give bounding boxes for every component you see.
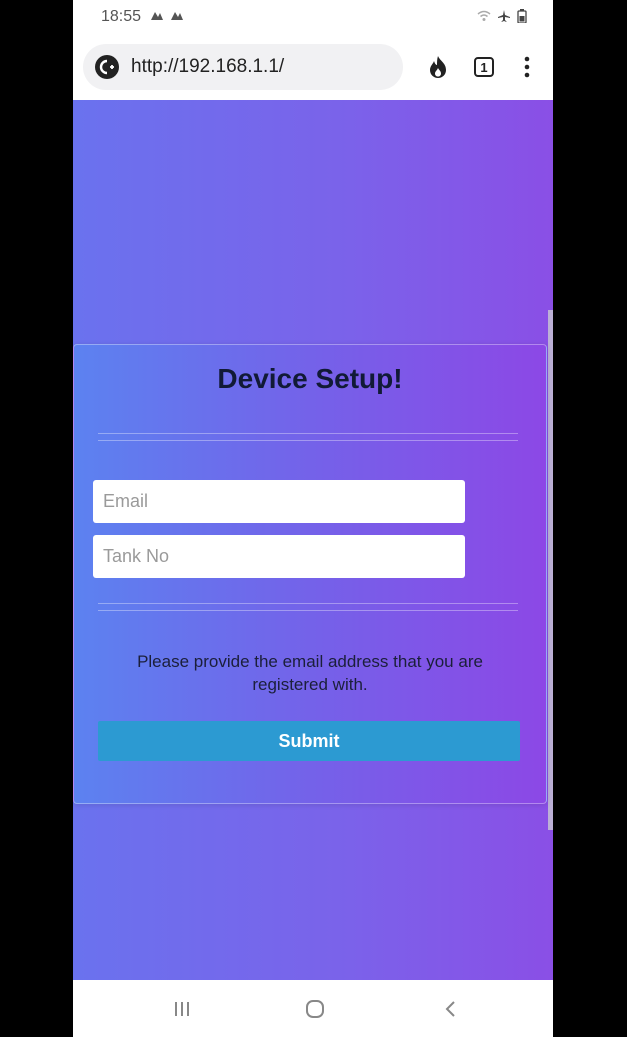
phone-screen: 18:55 http://192.168.1.1/ 1 Device Setup… — [73, 0, 553, 1037]
divider — [98, 433, 518, 441]
tab-count[interactable]: 1 — [474, 57, 494, 77]
page-scrollbar[interactable] — [548, 310, 553, 830]
address-bar[interactable]: http://192.168.1.1/ — [83, 44, 403, 90]
recents-icon[interactable] — [167, 996, 197, 1022]
tank-no-field[interactable] — [93, 535, 465, 578]
menu-icon[interactable] — [514, 54, 540, 80]
notification-icon — [171, 12, 183, 20]
info-text: Please provide the email address that yo… — [137, 652, 483, 694]
screen-frame: 18:55 http://192.168.1.1/ 1 Device Setup… — [0, 0, 627, 1037]
status-time: 18:55 — [101, 8, 142, 25]
battery-icon — [517, 9, 527, 23]
site-info-icon[interactable] — [95, 55, 119, 79]
page-title: Device Setup! — [217, 363, 403, 394]
flame-icon[interactable] — [425, 54, 451, 80]
home-icon[interactable] — [300, 996, 330, 1022]
status-bar: 18:55 — [73, 0, 553, 36]
url-text[interactable]: http://192.168.1.1/ — [131, 56, 284, 78]
browser-toolbar: http://192.168.1.1/ 1 — [73, 36, 553, 100]
wifi-icon — [477, 10, 491, 21]
airplane-icon — [498, 10, 510, 22]
page-content: Device Setup! Please provide the email a… — [73, 100, 553, 980]
back-icon[interactable] — [435, 996, 465, 1022]
notification-icon — [151, 12, 163, 20]
device-setup-card: Device Setup! Please provide the email a… — [73, 344, 547, 804]
status-notifications — [149, 8, 185, 24]
status-system-icons — [477, 9, 527, 23]
tabs-icon[interactable]: 1 — [471, 54, 497, 80]
divider — [98, 603, 518, 611]
system-nav-bar — [73, 980, 553, 1037]
submit-button[interactable]: Submit — [98, 721, 520, 761]
email-field[interactable] — [93, 480, 465, 523]
